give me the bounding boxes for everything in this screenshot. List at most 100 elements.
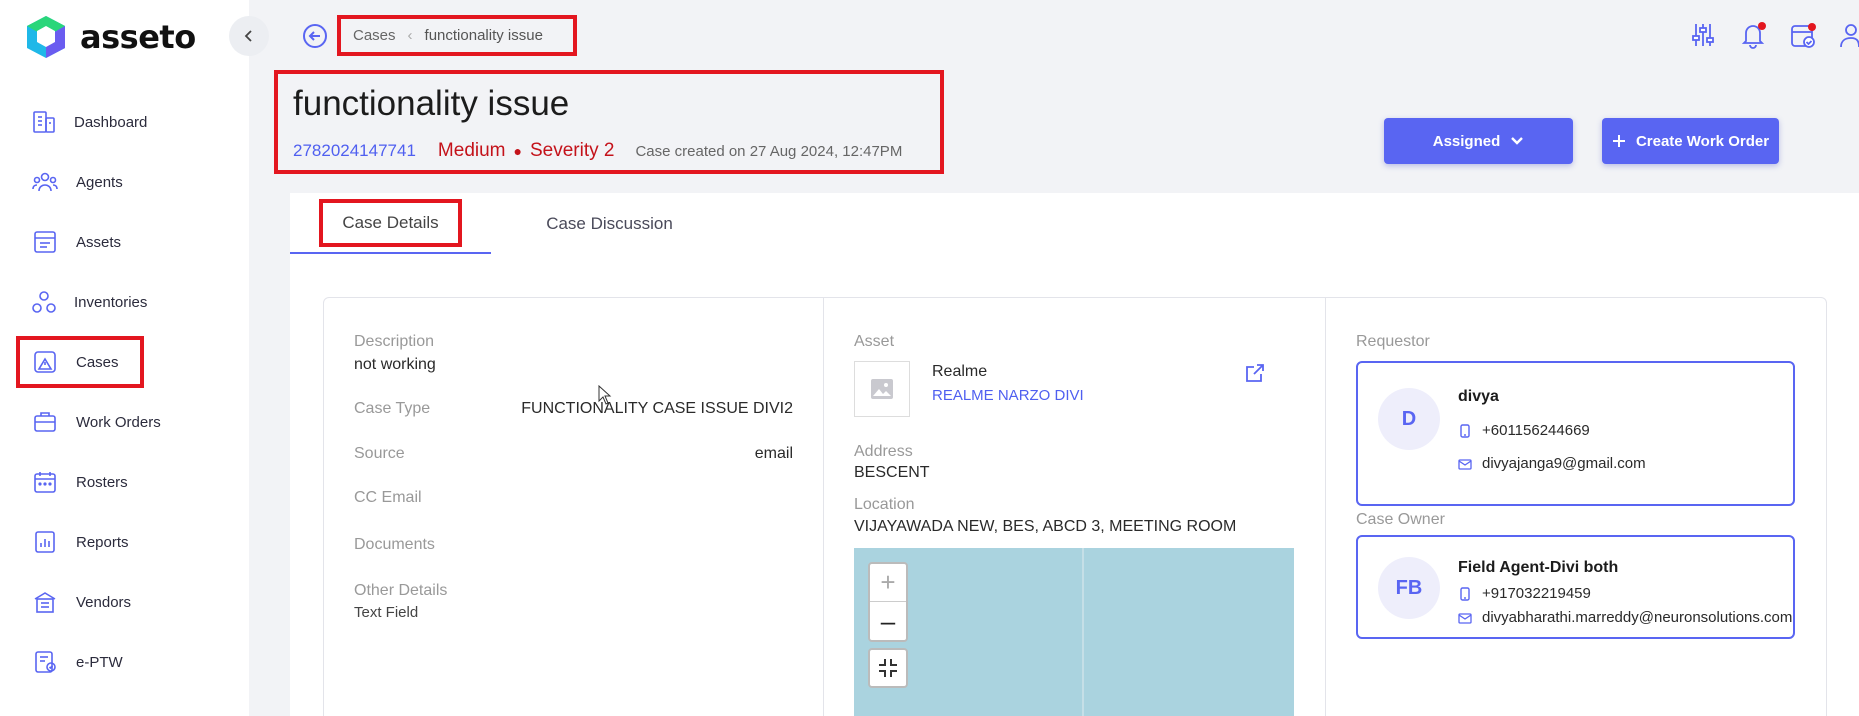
requestor-label: Requestor: [1356, 333, 1430, 350]
requestor-name: divya: [1458, 388, 1499, 405]
briefcase-icon: [31, 408, 59, 436]
breadcrumb-current: functionality issue: [424, 27, 543, 44]
sidebar-item-label: Reports: [76, 533, 129, 551]
sidebar-item-work-orders[interactable]: Work Orders: [16, 396, 196, 448]
notification-dot: [1808, 23, 1816, 31]
source-value: email: [754, 445, 793, 462]
tab-bar: Case Details Case Discussion: [290, 193, 790, 254]
phone-icon: [1460, 423, 1470, 438]
documents-label: Documents: [354, 536, 435, 553]
header-actions: [1667, 20, 1859, 50]
case-header: functionality issue 2782024147741 Medium…: [274, 70, 944, 174]
other-details-value: Text Field: [354, 604, 419, 621]
chevron-down-icon: [1511, 137, 1524, 145]
email-address[interactable]: divyabharathi.marreddy@neuronsolutions.c…: [1482, 609, 1792, 626]
create-work-order-button[interactable]: Create Work Order: [1602, 118, 1779, 164]
calendar-check-icon[interactable]: [1789, 20, 1817, 50]
case-type-value: FUNCTIONALITY CASE ISSUE DIVI2: [521, 400, 793, 417]
map-road: [1082, 548, 1084, 716]
sidebar-item-label: Inventories: [74, 293, 148, 311]
bullet-separator: ●: [513, 143, 522, 159]
user-profile-icon[interactable]: [1839, 20, 1859, 50]
back-arrow-icon[interactable]: [302, 23, 328, 49]
phone-number: +917032219459: [1482, 585, 1591, 602]
notification-dot: [1758, 22, 1766, 30]
mail-icon: [1458, 458, 1472, 470]
external-link-icon[interactable]: [1244, 362, 1266, 384]
tab-case-details[interactable]: Case Details: [290, 193, 491, 254]
case-owner-name: Field Agent-Divi both: [1458, 559, 1619, 576]
zoom-in-button[interactable]: +: [870, 564, 906, 602]
sidebar-item-vendors[interactable]: Vendors: [16, 576, 196, 628]
sidebar-item-label: Rosters: [76, 473, 128, 491]
app-name: asseto: [80, 18, 196, 56]
case-owner-email: divyabharathi.marreddy@neuronsolutions.c…: [1458, 609, 1792, 626]
asset-column: Asset Realme REALME NARZO DIVI Address B…: [824, 298, 1326, 716]
sidebar-item-agents[interactable]: Agents: [16, 156, 144, 208]
calendar-icon: [31, 468, 59, 496]
asset-model-link[interactable]: REALME NARZO DIVI: [932, 387, 1084, 404]
notification-bell-icon[interactable]: [1739, 20, 1767, 50]
sidebar-item-cases[interactable]: Cases: [16, 336, 144, 388]
avatar: FB: [1378, 557, 1440, 619]
fullscreen-exit-button[interactable]: [868, 648, 908, 688]
sidebar-item-dashboard[interactable]: Dashboard: [16, 96, 147, 148]
requestor-card: D divya +601156244669 divyajanga9@gmail.…: [1356, 361, 1795, 506]
description-label: Description: [354, 333, 435, 350]
location-map[interactable]: + –: [854, 548, 1294, 716]
breadcrumb-parent-link[interactable]: Cases: [353, 27, 396, 44]
other-details-label: Other Details: [354, 582, 448, 599]
case-info-column: Description not working Case Type FUNCTI…: [324, 298, 824, 716]
zoom-out-button[interactable]: –: [870, 602, 906, 640]
address-label: Address: [854, 443, 913, 460]
image-icon: [871, 379, 893, 399]
mail-icon: [1458, 612, 1472, 624]
asset-image-placeholder: [854, 361, 910, 417]
asset-label: Asset: [854, 333, 895, 350]
sidebar-item-label: e-PTW: [76, 653, 123, 671]
chevron-left-icon: [244, 30, 252, 42]
requestor-email: divyajanga9@gmail.com: [1458, 455, 1646, 472]
sidebar-item-e-ptw[interactable]: e-PTW: [16, 636, 196, 688]
phone-icon: [1460, 586, 1470, 601]
sidebar-item-inventories[interactable]: Inventories: [16, 276, 148, 328]
sidebar-collapse-button[interactable]: [229, 16, 269, 56]
phone-number: +601156244669: [1482, 422, 1590, 439]
description-value: not working: [354, 356, 436, 373]
sidebar-item-label: Vendors: [76, 593, 132, 611]
breadcrumb: Cases ‹ functionality issue: [337, 15, 577, 56]
report-chart-icon: [31, 528, 59, 556]
users-icon: [31, 168, 59, 196]
tab-label: Case Details: [319, 198, 462, 247]
case-type-label: Case Type: [354, 400, 431, 417]
page-title: functionality issue: [293, 84, 570, 123]
sidebar-item-label: Agents: [76, 173, 123, 191]
people-column: Requestor D divya +601156244669 divyajan…: [1326, 298, 1828, 716]
filter-sliders-icon[interactable]: [1689, 20, 1717, 50]
cc-email-label: CC Email: [354, 489, 422, 506]
sidebar-item-reports[interactable]: Reports: [16, 516, 196, 568]
status-dropdown-button[interactable]: Assigned: [1384, 118, 1573, 164]
case-owner-label: Case Owner: [1356, 511, 1445, 528]
created-timestamp: Case created on 27 Aug 2024, 12:47PM: [635, 143, 903, 160]
status-label: Assigned: [1432, 132, 1501, 150]
create-work-order-label: Create Work Order: [1635, 132, 1770, 150]
plus-icon: [1612, 135, 1625, 147]
permit-icon: [31, 648, 59, 676]
building-icon: [31, 108, 57, 136]
tab-case-discussion[interactable]: Case Discussion: [527, 193, 692, 254]
case-id-link[interactable]: 2782024147741: [293, 141, 416, 161]
sidebar-item-assets[interactable]: Assets: [16, 216, 144, 268]
priority-label: Medium: [437, 140, 506, 161]
case-alert-icon: [31, 348, 59, 376]
sidebar-item-label: Work Orders: [76, 413, 161, 431]
source-label: Source: [354, 445, 405, 462]
asseto-logo[interactable]: asseto: [24, 14, 196, 60]
email-address[interactable]: divyajanga9@gmail.com: [1482, 455, 1646, 472]
case-owner-card: FB Field Agent-Divi both +917032219459 d…: [1356, 535, 1795, 639]
asset-name: Realme: [932, 363, 988, 380]
inventory-circles-icon: [31, 288, 57, 316]
sidebar-item-rosters[interactable]: Rosters: [16, 456, 196, 508]
chevron-left-icon: ‹: [407, 27, 413, 44]
case-meta: 2782024147741 Medium ● Severity 2 Case c…: [293, 140, 902, 162]
